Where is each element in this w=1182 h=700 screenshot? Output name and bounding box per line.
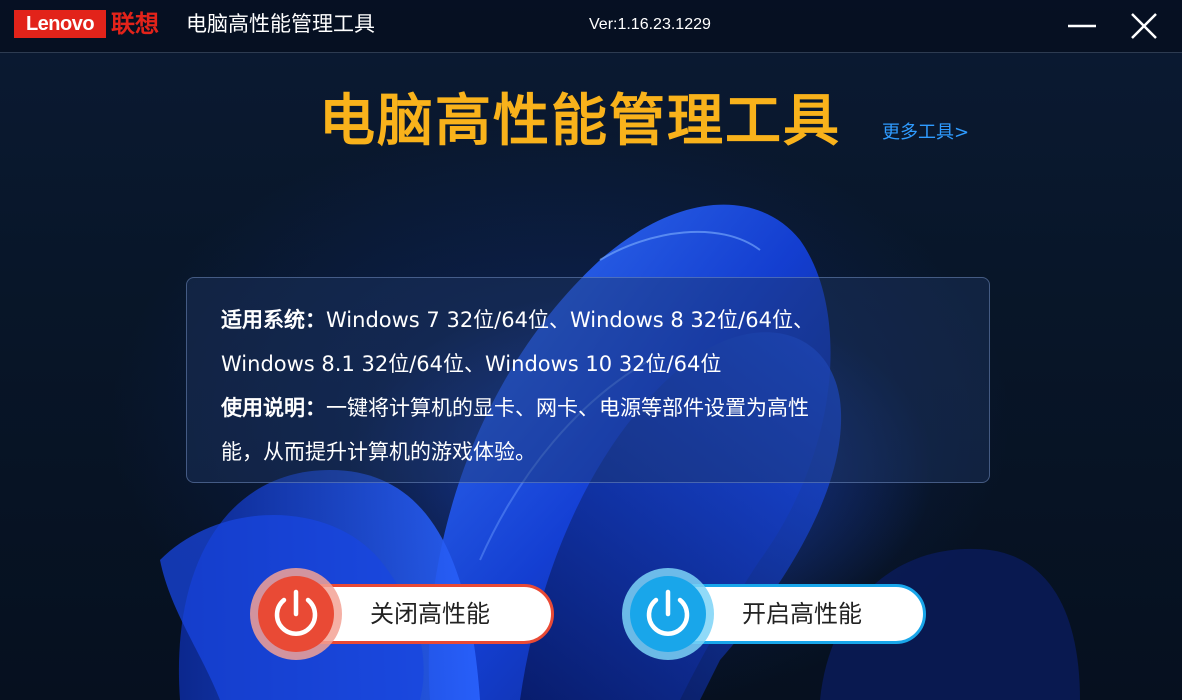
close-button[interactable] (1126, 8, 1162, 44)
usage-label: 使用说明： (221, 396, 326, 420)
systems-line: 适用系统：Windows 7 32位/64位、Windows 8 32位/64位… (221, 298, 959, 342)
enable-high-performance-button[interactable]: 开启高性能 (620, 568, 926, 660)
lenovo-logo: Lenovo (14, 10, 106, 38)
power-icon (250, 568, 342, 660)
systems-label: 适用系统： (221, 308, 326, 332)
systems-text: Windows 7 32位/64位、Windows 8 32位/64位、 (326, 308, 814, 332)
close-icon (1131, 13, 1157, 39)
enable-button-label: 开启高性能 (742, 600, 862, 628)
disable-high-performance-button[interactable]: 关闭高性能 (248, 568, 554, 660)
lenovo-cn-logo: 联想 (111, 10, 159, 38)
usage-line: 使用说明：一键将计算机的显卡、网卡、电源等部件设置为高性 (221, 386, 959, 430)
disable-button-label: 关闭高性能 (370, 600, 490, 628)
minimize-icon (1068, 24, 1096, 28)
power-icon (622, 568, 714, 660)
minimize-button[interactable] (1064, 8, 1100, 44)
title-bar: Lenovo 联想 电脑高性能管理工具 Ver:1.16.23.1229 (0, 0, 1182, 53)
systems-line-2: Windows 8.1 32位/64位、Windows 10 32位/64位 (221, 352, 722, 376)
usage-line-2: 能，从而提升计算机的游戏体验。 (221, 440, 536, 464)
app-title: 电脑高性能管理工具 (186, 12, 375, 36)
version-label: Ver:1.16.23.1229 (589, 16, 711, 33)
usage-text: 一键将计算机的显卡、网卡、电源等部件设置为高性 (326, 396, 809, 420)
info-panel: 适用系统：Windows 7 32位/64位、Windows 8 32位/64位… (186, 277, 990, 483)
more-tools-link[interactable]: 更多工具> (882, 120, 969, 146)
main-heading: 电脑高性能管理工具 (319, 89, 841, 154)
